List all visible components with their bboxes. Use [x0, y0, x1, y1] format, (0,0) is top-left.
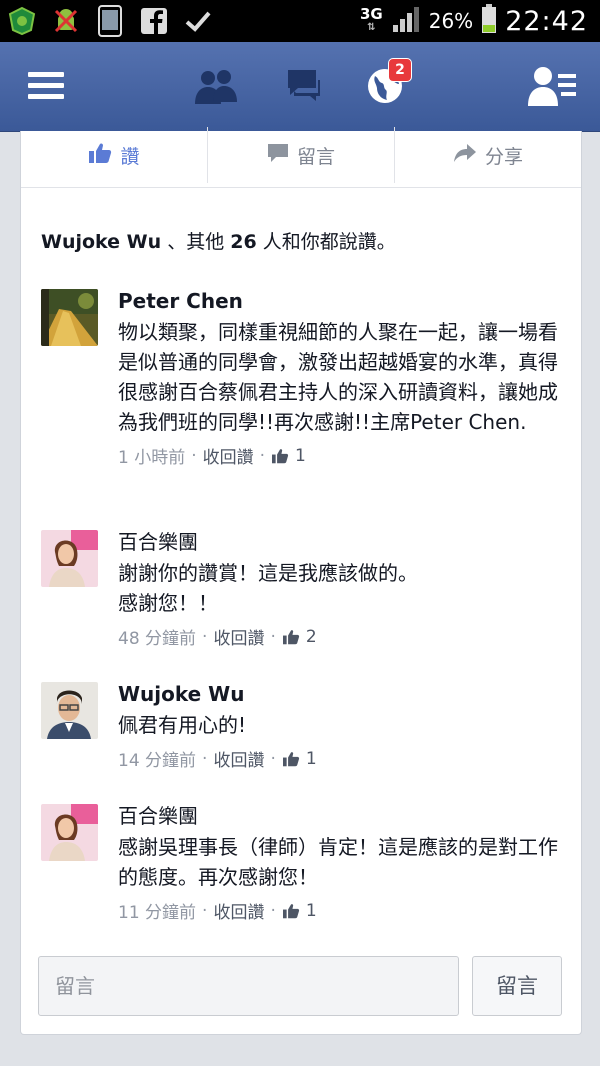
comment-time[interactable]: 11 分鐘前	[118, 898, 196, 923]
comment-body: Peter Chen 物以類聚，同樣重視細節的人聚在一起，讓一場看是似普通的同學…	[118, 287, 558, 468]
meta-dot: ·	[202, 748, 208, 769]
comment-author[interactable]: Wujoke Wu	[118, 680, 558, 708]
app-header: 2	[0, 42, 600, 132]
comment-button[interactable]: 留言	[208, 127, 395, 183]
comment-text: 物以類聚，同樣重視細節的人聚在一起，讓一場看是似普通的同學會，激發出超越婚宴的水…	[118, 320, 558, 434]
comment-body: 百合樂團 謝謝你的讚賞！這是我應該做的。 感謝您！！ 48 分鐘前 · 收回讚 …	[118, 528, 558, 649]
post-card: 讚 留言 分享 Wujoke Wu 、其他 26 人和你都說讚。 Peter C…	[20, 127, 582, 1035]
avatar[interactable]	[41, 289, 98, 346]
likes-mid: 、其他	[161, 231, 231, 253]
liker-name[interactable]: Wujoke Wu	[41, 231, 161, 253]
unlike-link[interactable]: 收回讚	[213, 624, 264, 649]
phone-icon	[94, 5, 126, 37]
facebook-icon	[138, 5, 170, 37]
messages-icon[interactable]	[280, 62, 324, 110]
comment-time[interactable]: 14 分鐘前	[118, 746, 196, 771]
comment-bubble-icon	[267, 143, 289, 168]
shield-icon	[6, 5, 38, 37]
comment-label: 留言	[296, 145, 335, 168]
post-comment-button[interactable]: 留言	[472, 956, 562, 1016]
meta-dot: ·	[270, 626, 276, 647]
clock: 22:42	[505, 5, 588, 37]
battery-icon	[481, 4, 497, 38]
like-label: 讚	[120, 145, 140, 168]
like-count-thumb-icon[interactable]	[282, 903, 300, 919]
comment-time[interactable]: 1 小時前	[118, 443, 185, 468]
comment-meta: 1 小時前 · 收回讚 · 1	[118, 443, 558, 469]
notifications-globe-icon[interactable]: 2	[364, 58, 412, 110]
like-count[interactable]: 1	[295, 446, 306, 466]
like-count-thumb-icon[interactable]	[282, 751, 300, 767]
comment-text: 佩君有用心的!	[118, 713, 247, 737]
comment-body: 百合樂團 感謝吳理事長（律師）肯定！這是應該的是對工作的態度。再次感謝您！ 11…	[118, 802, 558, 923]
share-label: 分享	[484, 145, 523, 168]
comment-composer: 留言 留言	[38, 956, 562, 1018]
comment-author[interactable]: 百合樂團	[118, 802, 558, 830]
like-count[interactable]: 1	[306, 901, 317, 921]
like-count[interactable]: 2	[306, 627, 317, 647]
meta-dot: ·	[270, 748, 276, 769]
menu-icon[interactable]	[24, 62, 68, 110]
unlike-link[interactable]: 收回讚	[203, 443, 254, 468]
comment-meta: 14 分鐘前 · 收回讚 · 1	[118, 746, 558, 772]
system-status: 3G ⇅ 26% 22:42	[360, 0, 588, 42]
meta-dot: ·	[191, 445, 197, 466]
thumbs-up-icon	[88, 142, 112, 169]
notification-badge: 2	[388, 58, 412, 82]
share-arrow-icon	[453, 143, 477, 168]
comment-time[interactable]: 48 分鐘前	[118, 624, 196, 649]
check-icon	[182, 5, 214, 37]
unlike-link[interactable]: 收回讚	[213, 746, 264, 771]
meta-dot: ·	[202, 900, 208, 921]
like-count-thumb-icon[interactable]	[271, 448, 289, 464]
unlike-link[interactable]: 收回讚	[213, 898, 264, 923]
meta-dot: ·	[259, 445, 266, 466]
android-disabled-icon	[50, 5, 82, 37]
share-button[interactable]: 分享	[395, 127, 581, 183]
comment-author[interactable]: 百合樂團	[118, 528, 558, 556]
status-bar: 3G ⇅ 26% 22:42	[0, 0, 600, 42]
comment-meta: 11 分鐘前 · 收回讚 · 1	[118, 898, 558, 924]
avatar[interactable]	[41, 682, 98, 739]
notification-icons	[6, 4, 214, 38]
comment-text: 謝謝你的讚賞！這是我應該做的。 感謝您！！	[118, 561, 418, 615]
likes-tail: 人和你都說讚。	[256, 231, 396, 253]
avatar[interactable]	[41, 530, 98, 587]
avatar[interactable]	[41, 804, 98, 861]
comment-body: Wujoke Wu 佩君有用心的! 14 分鐘前 · 收回讚 · 1	[118, 680, 558, 771]
post-actions: 讚 留言 分享	[21, 127, 581, 188]
meta-dot: ·	[202, 626, 208, 647]
meta-dot: ·	[270, 900, 276, 921]
likes-summary[interactable]: Wujoke Wu 、其他 26 人和你都說讚。	[41, 227, 396, 254]
like-button[interactable]: 讚	[21, 127, 208, 183]
like-count-thumb-icon[interactable]	[282, 629, 300, 645]
signal-icon	[391, 5, 421, 37]
comment-input[interactable]: 留言	[38, 956, 459, 1016]
friend-requests-icon[interactable]	[528, 62, 578, 110]
data-arrows-icon: ⇅	[367, 22, 376, 33]
comment-author[interactable]: Peter Chen	[118, 287, 558, 315]
comment-text: 感謝吳理事長（律師）肯定！這是應該的是對工作的態度。再次感謝您！	[118, 835, 558, 889]
like-count[interactable]: 1	[306, 749, 317, 769]
comment-meta: 48 分鐘前 · 收回讚 · 2	[118, 624, 558, 650]
battery-percent: 26%	[428, 9, 474, 33]
likes-count: 26	[230, 231, 257, 253]
friends-icon[interactable]	[191, 62, 241, 110]
network-indicator: 3G ⇅	[360, 7, 383, 35]
